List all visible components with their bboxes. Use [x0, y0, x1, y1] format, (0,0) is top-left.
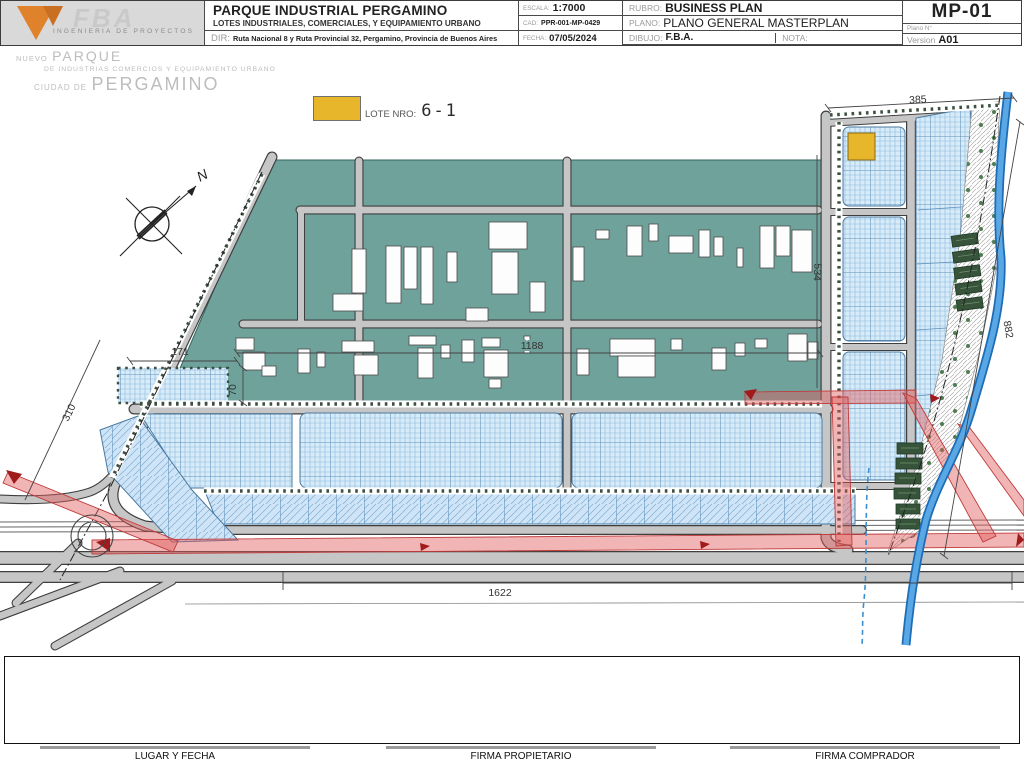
dibujo-label: DIBUJO: [629, 33, 663, 43]
watermark-line1-small: NUEVO [16, 54, 48, 63]
dim-534: 534 [811, 263, 824, 281]
signature-line-propietario: FIRMA PROPIETARIO [386, 746, 656, 762]
version-value: A01 [938, 34, 958, 46]
logo-triangle-shadow-icon [43, 6, 63, 26]
nota-label: NOTA: [782, 33, 807, 43]
escala-label: ESCALA: [523, 5, 550, 12]
rubro-label: RUBRO: [629, 3, 662, 13]
signature-line-comprador: FIRMA COMPRADOR [730, 746, 1000, 762]
company-tagline: INGENIERIA DE PROYECTOS [53, 28, 194, 35]
lot-block-C [572, 413, 822, 488]
escala-value: 1:7000 [553, 2, 586, 14]
dim-1622: 1622 [488, 587, 512, 599]
plano-value: PLANO GENERAL MASTERPLAN [663, 16, 849, 30]
compass-north-label: N [194, 165, 211, 184]
version-label: Version [907, 35, 935, 45]
dim-310: 310 [60, 402, 79, 423]
highlighted-lot-6-1 [848, 133, 875, 160]
dir-value: Ruta Nacional 8 y Ruta Provincial 32, Pe… [233, 34, 497, 43]
masterplan-sheet: 385 534 882 171 70 1188 310 1622 N FBA I… [0, 0, 1024, 768]
fecha-label: FECHA: [523, 35, 546, 42]
plano-label: PLANO: [629, 18, 660, 28]
red-north-service [745, 390, 916, 404]
legend-label: LOTE NRO: [365, 109, 416, 120]
rubro-value: BUSINESS PLAN [665, 1, 762, 15]
dim-882: 882 [1001, 320, 1016, 339]
sheet-code: MP-01 [903, 1, 1021, 23]
dim-70: 70 [227, 384, 239, 396]
signature-line-lugar: LUGAR Y FECHA [40, 746, 310, 762]
cad-value: PPR-001-MP-0429 [541, 20, 600, 27]
lot-legend: LOTE NRO: 6-1 [313, 96, 458, 121]
sheet-number-label: Plano N° [903, 23, 1021, 33]
lot-strip-south [206, 494, 855, 524]
lot-block-B [300, 413, 562, 488]
project-watermark: NUEVO PARQUE DE INDUSTRIAS COMERCIOS Y E… [16, 48, 276, 96]
company-logo: FBA INGENIERIA DE PROYECTOS [1, 1, 205, 45]
dim-385: 385 [909, 94, 927, 107]
watermark-line3-small: CIUDAD DE [34, 83, 87, 92]
cad-label: CAD: [523, 20, 538, 27]
project-subtitle: LOTES INDUSTRIALES, COMERCIALES, Y EQUIP… [205, 18, 518, 30]
title-block: FBA INGENIERIA DE PROYECTOS PARQUE INDUS… [0, 0, 1022, 46]
fecha-value: 07/05/2024 [549, 33, 597, 44]
red-east-vertical [832, 397, 852, 546]
dir-label: DIR: [211, 33, 230, 44]
lot-block-E2 [843, 217, 905, 341]
dim-1188: 1188 [521, 340, 544, 352]
lot-block-small [118, 368, 228, 403]
dibujo-value: F.B.A. [666, 32, 694, 43]
site-plan-drawing: 385 534 882 171 70 1188 310 1622 N [0, 0, 1024, 768]
project-title: PARQUE INDUSTRIAL PERGAMINO [205, 1, 518, 18]
dim-171: 171 [171, 346, 189, 358]
watermark-line1-big: PARQUE [52, 48, 122, 64]
north-compass: N [120, 165, 211, 256]
legend-lot-number: 6-1 [421, 101, 458, 121]
lot-color-swatch [313, 96, 361, 121]
watermark-line3-big: PERGAMINO [91, 74, 219, 94]
signature-box [4, 656, 1020, 744]
watermark-line2: DE INDUSTRIAS COMERCIOS Y EQUIPAMIENTO U… [44, 66, 276, 74]
